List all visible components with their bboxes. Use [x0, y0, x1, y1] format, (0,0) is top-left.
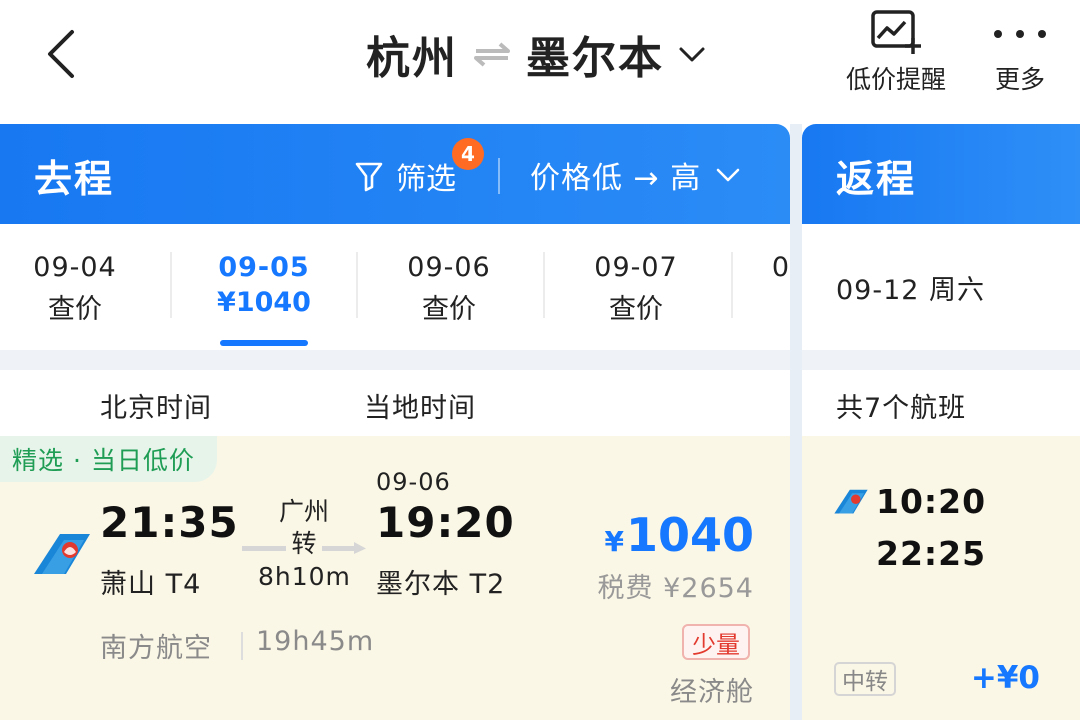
return-title: 返程 — [836, 157, 917, 201]
return-date: 09-12 周六 — [836, 275, 986, 306]
route-title[interactable]: 杭州 墨尔本 — [366, 22, 706, 86]
beijing-time-label: 北京时间 — [100, 393, 212, 424]
flight-count-label: 共7个航班 — [836, 393, 967, 424]
date-label: 09-04 — [33, 252, 117, 283]
chevron-down-icon — [679, 47, 705, 62]
date-cell-partial[interactable]: 0 — [688, 252, 790, 332]
more-button[interactable]: 更多 — [982, 8, 1058, 96]
flight-card[interactable]: 精选 · 当日低价 21:35 萧山 T4 广州 转 8h10m 09-06 1… — [0, 436, 790, 720]
back-arrow-icon — [48, 30, 74, 78]
to-city: 墨尔本 — [526, 33, 664, 84]
top-nav-bar: 杭州 墨尔本 低价提醒 更多 — [0, 0, 1080, 124]
date-label: 0 — [771, 252, 790, 283]
via-city: 广州 — [278, 497, 329, 526]
price-alert-button[interactable]: 低价提醒 — [840, 8, 952, 96]
return-flight-count: 共7个航班 — [802, 370, 1080, 436]
date-label: 09-06 — [407, 252, 491, 283]
flight-price: ¥ 1040 — [604, 508, 754, 562]
transfer-badge: 中转 — [834, 662, 896, 696]
return-price-diff: +¥0 — [970, 660, 1040, 696]
price-amount: 1040 — [625, 508, 754, 562]
date-price: 查价 — [422, 294, 476, 325]
return-header: 返程 — [802, 124, 1080, 224]
date-cell-0906[interactable]: 09-06 查价 — [356, 252, 542, 332]
airline-name: 南方航空 — [100, 633, 212, 664]
price-alert-label: 低价提醒 — [845, 65, 946, 94]
date-cell-0904[interactable]: 09-04 查价 — [0, 252, 168, 332]
return-depart-time: 10:20 — [876, 482, 987, 521]
arrive-airport: 墨尔本 T2 — [376, 569, 506, 600]
layover-duration: 8h10m — [258, 562, 351, 591]
filter-count-badge: 4 — [452, 138, 484, 170]
from-city: 杭州 — [366, 33, 458, 84]
more-label: 更多 — [994, 65, 1045, 94]
china-southern-logo-icon — [834, 489, 868, 514]
more-dots-icon — [994, 30, 1046, 38]
outbound-panel: 去程 筛选 4 价格低 → 高 09-04 查价 09-05 ¥1040 09-… — [0, 124, 790, 720]
return-date-selector[interactable]: 09-12 周六 — [802, 224, 1080, 350]
return-flight-card[interactable]: 10:20 22:25 中转 +¥0 — [802, 436, 1080, 720]
filter-label: 筛选 — [396, 162, 456, 197]
return-arrive-time: 22:25 — [876, 534, 987, 573]
section-spacer — [802, 350, 1080, 370]
price-alert-chart-icon — [871, 10, 921, 54]
date-selector: 09-04 查价 09-05 ¥1040 09-06 查价 09-07 查价 0 — [0, 224, 790, 350]
return-panel: 返程 09-12 周六 共7个航班 10:20 22:25 中转 +¥0 — [802, 124, 1080, 720]
china-southern-logo-icon — [34, 534, 90, 574]
date-cell-0905[interactable]: 09-05 ¥1040 — [171, 252, 357, 332]
section-spacer — [0, 350, 790, 370]
selected-date-indicator — [220, 340, 308, 346]
arrive-date: 09-06 — [376, 468, 451, 496]
route-connector — [242, 542, 366, 554]
time-column-header: 北京时间 当地时间 — [0, 370, 790, 436]
sort-label: 价格低 → 高 — [530, 161, 702, 196]
cabin-class: 经济舱 — [670, 677, 754, 708]
total-duration: 19h45m — [256, 626, 375, 657]
date-label: 09-05 — [218, 252, 310, 283]
header-divider — [498, 158, 500, 194]
featured-tag: 精选 · 当日低价 — [0, 436, 217, 482]
arrive-time: 19:20 — [376, 498, 515, 547]
depart-time: 21:35 — [100, 498, 239, 547]
date-price: 查价 — [48, 294, 102, 325]
date-price: ¥1040 — [217, 287, 311, 318]
filter-funnel-icon — [355, 162, 383, 192]
filter-button[interactable]: 筛选 — [354, 154, 456, 198]
back-button[interactable] — [36, 24, 92, 80]
local-time-label: 当地时间 — [364, 393, 476, 424]
swap-icon — [474, 42, 510, 67]
panel-divider — [790, 124, 802, 720]
sort-button[interactable]: 价格低 → 高 — [530, 152, 741, 198]
outbound-header: 去程 筛选 4 价格低 → 高 — [0, 124, 790, 224]
info-divider — [241, 632, 243, 660]
depart-airport: 萧山 T4 — [100, 569, 202, 600]
chevron-down-icon — [716, 168, 740, 182]
seat-availability-badge: 少量 — [682, 624, 750, 660]
currency-symbol: ¥ — [604, 525, 624, 558]
tax-fee: 税费 ¥2654 — [597, 573, 754, 604]
outbound-title: 去程 — [34, 157, 115, 201]
